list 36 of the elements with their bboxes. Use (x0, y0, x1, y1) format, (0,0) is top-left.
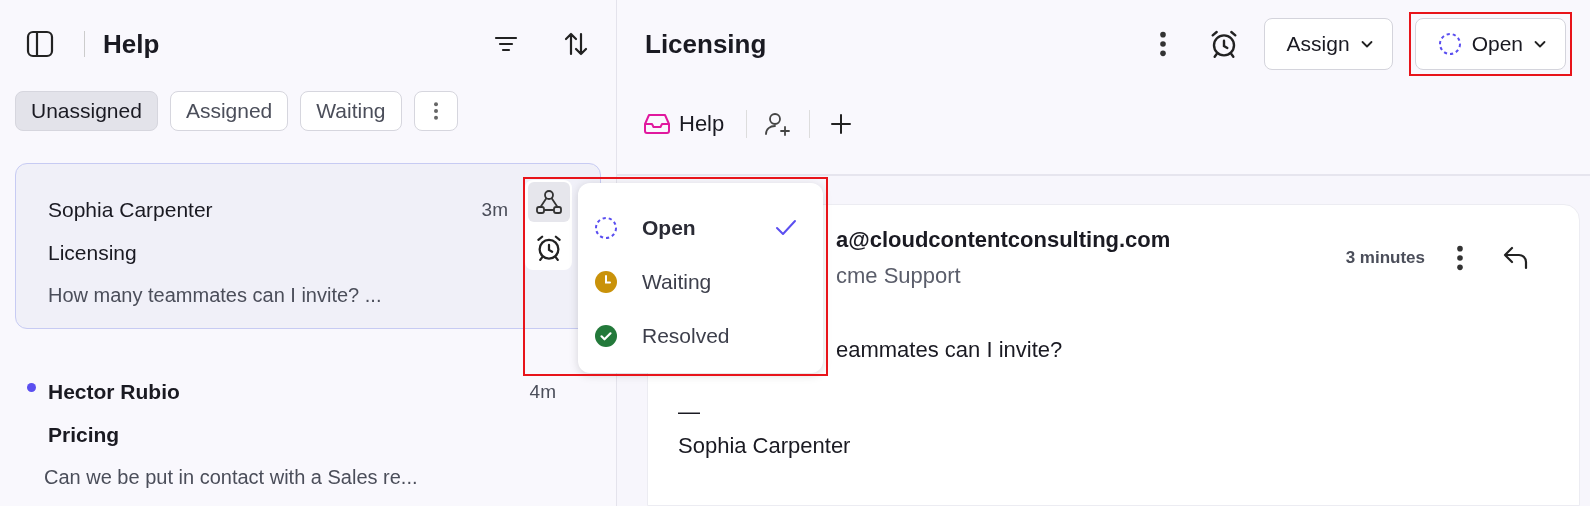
more-icon[interactable] (1157, 30, 1168, 58)
recipient-name: cme Support (836, 263, 962, 289)
message-time: 3 minutes (1345, 248, 1425, 268)
inbox-icon (643, 112, 671, 136)
checkmark-icon (774, 218, 798, 238)
inbox-title: Help (103, 28, 160, 60)
conversation-time: 4m (529, 380, 556, 403)
dashed-circle-icon (1437, 32, 1462, 56)
conversation-item[interactable]: Sophia Carpenter 3m Licensing How many teammates can I invite? ... (15, 163, 601, 329)
contact-name: Hector Rubio (48, 379, 180, 404)
contact-name: Sophia Carpenter (48, 197, 213, 222)
sort-icon[interactable] (562, 30, 590, 58)
hierarchy-icon (533, 187, 564, 217)
sidebar-toggle-icon[interactable] (26, 30, 54, 58)
more-icon (431, 101, 440, 121)
filter-tab[interactable]: Waiting (300, 91, 402, 131)
sender-email: a@cloudcontentconsulting.com (836, 227, 1171, 253)
status-action-button[interactable] (527, 182, 570, 222)
message-preview: Can we be put in contact with a Sales re... (44, 466, 418, 489)
status-button[interactable]: Open (1414, 18, 1566, 70)
clock-icon (594, 270, 618, 294)
check-circle-icon (594, 324, 618, 348)
assign-button[interactable]: Assign (1263, 18, 1393, 70)
conversation-time: 3m (481, 198, 508, 221)
filter-tab[interactable]: Unassigned (15, 91, 158, 131)
inbox-tag[interactable]: Help (637, 107, 731, 141)
conversation-title: Licensing (645, 28, 767, 60)
dashed-circle-icon (594, 216, 618, 240)
signature-name: Sophia Carpenter (678, 433, 852, 459)
conversation-subject: Licensing (48, 240, 137, 265)
conversation-subject: Pricing (48, 422, 120, 447)
more-icon[interactable] (1455, 244, 1465, 272)
message-preview: How many teammates can I invite? ... (48, 284, 382, 307)
message-body: eammates can I invite? (836, 337, 1063, 363)
signature-dash: — (678, 399, 701, 425)
filter-tab[interactable]: Assigned (169, 91, 289, 131)
